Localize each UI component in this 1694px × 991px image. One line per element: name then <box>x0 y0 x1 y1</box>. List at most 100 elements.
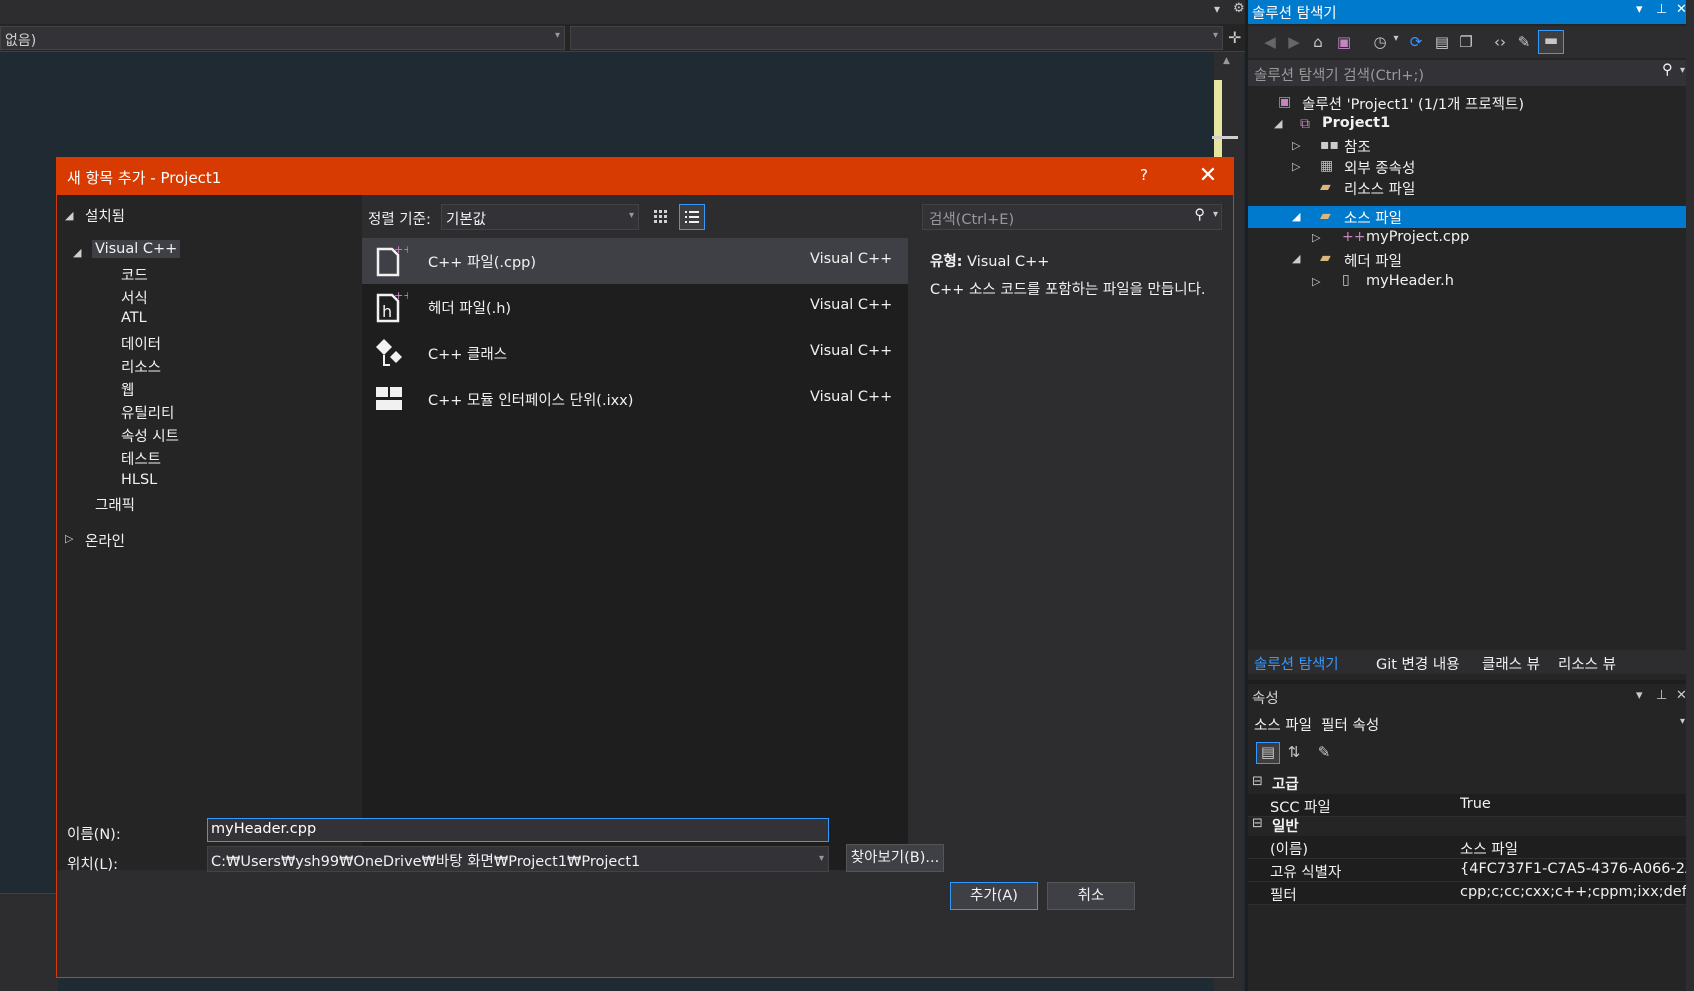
property-row-scc[interactable]: SCC 파일 True <box>1248 794 1694 817</box>
tree-resource[interactable]: 리소스 <box>121 356 161 377</box>
template-cpp-module[interactable]: C++ 모듈 인터페이스 단위(.ixx) Visual C++ <box>362 376 908 422</box>
tab-class-view[interactable]: 클래스 뷰 <box>1482 653 1540 674</box>
tree-hlsl[interactable]: HLSL <box>121 472 157 488</box>
scope-combo[interactable]: 없음) ▾ <box>0 26 565 50</box>
tree-resource-files[interactable]: 리소스 파일 <box>1344 178 1415 199</box>
grid-view-icon[interactable] <box>649 205 673 229</box>
scroll-thumb[interactable] <box>1212 136 1238 139</box>
tree-solution[interactable]: 솔루션 'Project1' (1/1개 프로젝트) <box>1302 93 1524 114</box>
tree-online[interactable]: 온라인 <box>85 530 125 551</box>
tree-source-files[interactable]: 소스 파일 <box>1344 207 1402 228</box>
split-icon[interactable]: ✛ <box>1228 28 1241 47</box>
wrench-icon[interactable]: ✎ <box>1314 743 1334 763</box>
browse-button[interactable]: 찾아보기(B)... <box>846 844 944 872</box>
collapse-triangle-icon[interactable]: ◢ <box>1292 210 1300 223</box>
tree-web[interactable]: 웹 <box>121 379 134 400</box>
tree-source-file[interactable]: myProject.cpp <box>1366 229 1469 245</box>
home-icon[interactable]: ⌂ <box>1308 33 1328 53</box>
collapse-box-icon[interactable]: ⊟ <box>1252 774 1263 789</box>
list-view-icon[interactable] <box>679 204 705 230</box>
location-combo[interactable]: C:₩Users₩ysh99₩OneDrive₩바탕 화면₩Project1₩P… <box>207 846 829 872</box>
alphabetical-icon[interactable]: ⇅ <box>1284 743 1304 763</box>
tree-code[interactable]: 코드 <box>121 264 148 285</box>
dropdown-icon[interactable]: ▾ <box>1636 2 1643 17</box>
close-button[interactable]: ✕ <box>1193 161 1223 191</box>
sort-combo[interactable]: 기본값 ▾ <box>441 204 639 230</box>
help-button[interactable]: ? <box>1140 166 1148 184</box>
tab-solution-explorer[interactable]: 솔루션 탐색기 <box>1254 653 1339 674</box>
back-icon[interactable]: ◀ <box>1260 33 1280 53</box>
collapse-all-icon[interactable]: ▤ <box>1432 33 1452 53</box>
properties-wrench-icon[interactable]: ✎ <box>1514 33 1534 53</box>
external-deps-icon: ▦ <box>1320 158 1334 174</box>
template-header-file[interactable]: h ++ 헤더 파일(.h) Visual C++ <box>362 284 908 330</box>
tab-resource-view[interactable]: 리소스 뷰 <box>1558 653 1616 674</box>
tree-installed[interactable]: 설치됨 <box>85 205 125 226</box>
chevron-down-icon[interactable]: ▾ <box>1213 209 1218 220</box>
solution-search-input[interactable]: 솔루션 탐색기 검색(Ctrl+;) ⚲ ▾ <box>1248 60 1694 86</box>
properties-toolbar: ▤ ⇅ ✎ <box>1248 738 1694 768</box>
add-button[interactable]: 추가(A) <box>950 882 1038 910</box>
expand-triangle-icon[interactable]: ▷ <box>1292 139 1300 152</box>
template-cpp-file[interactable]: ++ C++ 파일(.cpp) Visual C++ <box>362 238 908 284</box>
template-search-input[interactable]: 검색(Ctrl+E) ⚲ ▾ <box>922 204 1222 230</box>
view-code-icon[interactable]: ‹› <box>1490 33 1510 53</box>
collapse-triangle-icon[interactable]: ◢ <box>1274 117 1282 130</box>
tree-header-file[interactable]: myHeader.h <box>1366 273 1454 289</box>
sync-icon[interactable]: ⟳ <box>1406 33 1426 53</box>
show-all-files-icon[interactable]: ❐ <box>1456 33 1476 53</box>
add-new-item-dialog: 새 항목 추가 - Project1 ? ✕ ◢ 설치됨 ◢ Visual C+… <box>56 157 1234 978</box>
gear-icon[interactable]: ⚙ <box>1233 1 1245 16</box>
pin-icon[interactable]: ⊥ <box>1656 2 1667 17</box>
preview-icon[interactable]: ▬ <box>1538 30 1564 54</box>
tree-header-files[interactable]: 헤더 파일 <box>1344 250 1402 271</box>
switch-view-icon[interactable]: ▣ <box>1334 33 1354 53</box>
expand-triangle-icon[interactable]: ▷ <box>1312 231 1320 244</box>
type-label: 유형: <box>930 254 963 270</box>
property-row-id[interactable]: 고유 식별자 {4FC737F1-C7A5-4376-A066-2A3 <box>1248 859 1694 882</box>
dropdown-icon[interactable]: ▾ <box>1214 2 1220 16</box>
tree-project[interactable]: Project1 <box>1322 115 1390 131</box>
tree-visual-cpp[interactable]: Visual C++ <box>92 240 181 258</box>
tab-git-changes[interactable]: Git 변경 내용 <box>1376 653 1460 674</box>
tree-test[interactable]: 테스트 <box>121 448 161 469</box>
expand-triangle-icon[interactable]: ▷ <box>1312 275 1320 288</box>
tree-format[interactable]: 서식 <box>121 287 148 308</box>
dropdown-icon[interactable]: ▾ <box>1636 688 1643 703</box>
property-row-filter[interactable]: 필터 cpp;c;cc;cxx;c++;cppm;ixx;def;odl <box>1248 882 1694 905</box>
scroll-up-icon[interactable]: ▲ <box>1223 56 1230 66</box>
tree-external-dependencies[interactable]: 외부 종속성 <box>1344 157 1415 178</box>
tree-data[interactable]: 데이터 <box>121 333 161 354</box>
tree-utility[interactable]: 유틸리티 <box>121 402 174 423</box>
tree-property-sheet[interactable]: 속성 시트 <box>121 425 179 446</box>
forward-icon[interactable]: ▶ <box>1284 33 1304 53</box>
template-lang: Visual C++ <box>810 389 893 405</box>
search-placeholder: 검색(Ctrl+E) <box>929 212 1015 228</box>
name-input[interactable]: myHeader.cpp <box>207 818 829 842</box>
property-value: {4FC737F1-C7A5-4376-A066-2A3 <box>1460 861 1690 877</box>
chevron-down-icon[interactable]: ▾ <box>1680 65 1685 76</box>
search-icon[interactable]: ⚲ <box>1662 62 1673 78</box>
collapse-box-icon[interactable]: ⊟ <box>1252 816 1263 831</box>
tree-graphics[interactable]: 그래픽 <box>95 494 135 515</box>
collapse-triangle-icon[interactable]: ◢ <box>1292 252 1300 265</box>
chevron-down-icon[interactable]: ▾ <box>1386 33 1406 53</box>
search-icon[interactable]: ⚲ <box>1194 207 1205 223</box>
cancel-button[interactable]: 취소 <box>1047 882 1135 910</box>
solution-explorer-title-bar: 솔루션 탐색기 ▾ ⊥ ✕ <box>1248 0 1694 24</box>
editor-top-strip: ▾ ⚙ <box>0 0 1245 24</box>
tree-atl[interactable]: ATL <box>121 310 147 326</box>
expand-triangle-icon[interactable]: ▷ <box>65 532 73 545</box>
template-cpp-class[interactable]: C++ 클래스 Visual C++ <box>362 330 908 376</box>
pin-icon[interactable]: ⊥ <box>1656 688 1667 703</box>
properties-object-combo[interactable]: 소스 파일 필터 속성 ▾ <box>1248 710 1694 736</box>
template-lang: Visual C++ <box>810 251 893 267</box>
property-row-name[interactable]: (이름) 소스 파일 <box>1248 836 1694 859</box>
categorized-icon[interactable]: ▤ <box>1256 742 1280 764</box>
collapse-triangle-icon[interactable]: ◢ <box>73 246 81 259</box>
expand-triangle-icon[interactable]: ▷ <box>1292 160 1300 173</box>
module-icon <box>376 387 402 410</box>
collapse-triangle-icon[interactable]: ◢ <box>65 209 73 222</box>
member-combo[interactable]: ▾ <box>570 26 1223 50</box>
tree-references[interactable]: 참조 <box>1344 136 1371 157</box>
